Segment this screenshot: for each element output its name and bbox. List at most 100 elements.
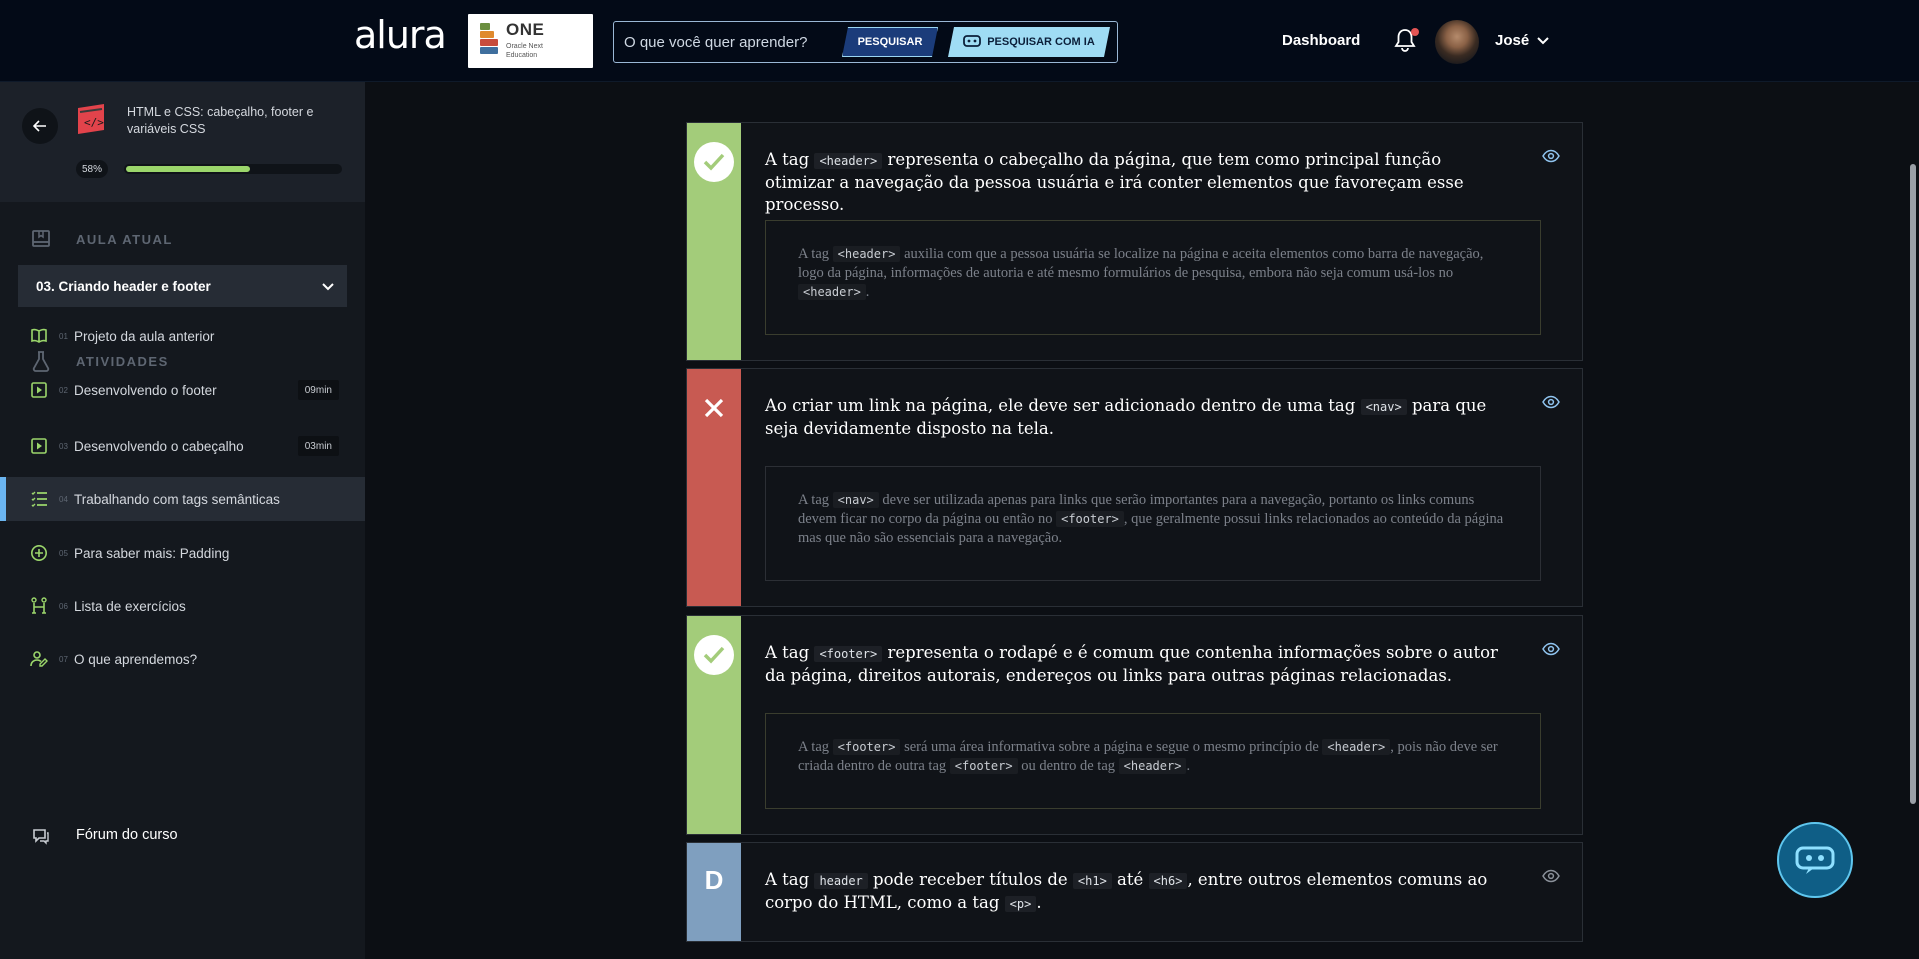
eye-icon[interactable] — [1542, 642, 1560, 656]
lesson-select-value: 03. Criando header e footer — [36, 278, 211, 294]
answer-status-strip: D — [687, 843, 741, 941]
page-scrollbar[interactable] — [1906, 82, 1919, 959]
eye-icon[interactable] — [1542, 395, 1560, 409]
code-snippet: <footer> — [949, 758, 1018, 774]
answer-letter: D — [704, 865, 724, 895]
activity-number: 02 — [59, 385, 68, 395]
answer-status-strip — [687, 123, 741, 360]
code-snippet: <header> — [814, 153, 883, 169]
nav-dashboard-link[interactable]: Dashboard — [1282, 32, 1360, 49]
eye-icon[interactable] — [1542, 869, 1560, 883]
progress-percent: 58% — [76, 160, 108, 178]
answer-card[interactable]: A tag <header> representa o cabeçalho da… — [686, 122, 1583, 361]
main-content: A tag <header> representa o cabeçalho da… — [365, 82, 1906, 959]
answer-explanation: A tag <footer> será uma área informativa… — [765, 713, 1541, 809]
code-snippet: <header> — [798, 284, 866, 300]
learned-icon — [30, 651, 48, 667]
answer-card[interactable]: A tag <footer> representa o rodapé e é c… — [686, 615, 1583, 835]
course-title[interactable]: HTML e CSS: cabeçalho, footer e variávei… — [127, 104, 342, 138]
ai-chat-icon — [963, 35, 981, 49]
current-lesson-label: AULA ATUAL — [76, 232, 173, 247]
answer-card[interactable]: D A tag header pode receber títulos de <h… — [686, 842, 1583, 942]
code-snippet: <nav> — [832, 492, 879, 508]
activity-duration-badge: 03min — [297, 436, 339, 456]
sidebar-activity-06[interactable]: 06 Lista de exercícios — [0, 584, 365, 628]
activity-number: 01 — [59, 331, 68, 341]
code-snippet: <footer> — [814, 646, 883, 662]
answer-status-strip — [687, 369, 741, 606]
check-icon — [694, 635, 734, 675]
alura-logo[interactable]: alura — [354, 13, 447, 57]
sidebar-activity-02[interactable]: 02 Desenvolvendo o footer 09min — [0, 368, 365, 412]
forum-link[interactable]: Fórum do curso — [0, 817, 365, 857]
exercise-icon — [31, 597, 47, 614]
activity-label: Projeto da aula anterior — [74, 328, 215, 344]
code-snippet: <h6> — [1148, 873, 1188, 889]
search-button[interactable]: PESQUISAR — [842, 27, 938, 57]
answer-text: A tag <header> representa o cabeçalho da… — [765, 150, 1464, 214]
activity-number: 03 — [59, 441, 68, 451]
html-course-icon: </> — [78, 104, 104, 134]
activity-number: 05 — [59, 548, 68, 558]
lesson-select[interactable]: 03. Criando header e footer — [18, 265, 347, 307]
ai-assistant-button[interactable] — [1777, 822, 1853, 898]
answer-explanation: A tag <nav> deve ser utilizada apenas pa… — [765, 466, 1541, 581]
code-snippet: header — [814, 873, 868, 889]
search-bar: PESQUISAR PESQUISAR COM IA — [613, 21, 1118, 63]
list-icon — [31, 491, 47, 507]
answer-explanation: A tag <header> auxilia com que a pessoa … — [765, 220, 1541, 335]
search-ai-button[interactable]: PESQUISAR COM IA — [948, 27, 1110, 57]
code-snippet: <footer> — [832, 739, 901, 755]
search-ai-label: PESQUISAR COM IA — [987, 36, 1095, 48]
answer-text: Ao criar um link na página, ele deve ser… — [765, 396, 1487, 438]
sidebar-activity-04[interactable]: 04 Trabalhando com tags semânticas — [0, 477, 365, 521]
activity-label: Lista de exercícios — [74, 598, 186, 614]
user-name[interactable]: José — [1495, 32, 1529, 49]
one-partner-logo[interactable]: ONE Oracle Next Education — [468, 14, 593, 68]
answer-status-strip — [687, 616, 741, 834]
eye-icon[interactable] — [1542, 149, 1560, 163]
answer-text: A tag header pode receber títulos de <h1… — [765, 870, 1488, 912]
sidebar-activity-01[interactable]: 01 Projeto da aula anterior — [0, 314, 365, 358]
answer-text: A tag <footer> representa o rodapé e é c… — [765, 643, 1498, 685]
one-subtitle: Oracle Next Education — [506, 43, 543, 59]
plus-circle-icon — [31, 545, 47, 561]
ai-chat-icon — [1795, 846, 1835, 874]
back-button[interactable] — [22, 108, 58, 144]
top-bar: alura ONE Oracle Next Education PESQUISA… — [0, 0, 1919, 82]
activity-number: 07 — [59, 654, 68, 664]
activity-number: 06 — [59, 601, 68, 611]
sidebar-activity-03[interactable]: 03 Desenvolvendo o cabeçalho 03min — [0, 424, 365, 468]
code-snippet: <header> — [1118, 758, 1187, 774]
scroll-thumb[interactable] — [1910, 164, 1916, 804]
activity-label: Desenvolvendo o footer — [74, 382, 217, 398]
course-header: </> HTML e CSS: cabeçalho, footer e vari… — [0, 82, 365, 202]
progress-fill — [126, 166, 250, 172]
sidebar-activity-05[interactable]: 05 Para saber mais: Padding — [0, 531, 365, 575]
avatar[interactable] — [1435, 20, 1479, 64]
activity-number: 04 — [59, 494, 68, 504]
activity-label: Trabalhando com tags semânticas — [74, 491, 280, 507]
answer-card[interactable]: Ao criar um link na página, ele deve ser… — [686, 368, 1583, 607]
sidebar-activity-07[interactable]: 07 O que aprendemos? — [0, 637, 365, 681]
video-icon — [31, 382, 47, 398]
activity-label: O que aprendemos? — [74, 651, 198, 667]
code-snippet: <header> — [832, 246, 901, 262]
progress-bar — [124, 164, 342, 174]
arrow-left-icon — [33, 120, 46, 132]
search-input[interactable] — [624, 30, 844, 54]
chevron-down-icon — [322, 283, 334, 291]
activity-label: Desenvolvendo o cabeçalho — [74, 438, 244, 454]
svg-text:</>: </> — [84, 116, 104, 129]
code-snippet: <nav> — [1360, 399, 1407, 415]
code-snippet: <h1> — [1072, 873, 1112, 889]
one-logo-icon — [480, 23, 498, 57]
forum-icon — [33, 829, 49, 845]
notification-dot — [1411, 28, 1419, 36]
one-title: ONE — [506, 20, 545, 39]
chevron-down-icon[interactable] — [1536, 33, 1550, 47]
book-icon — [31, 328, 47, 343]
check-icon — [694, 142, 734, 182]
code-snippet: <header> — [1322, 739, 1391, 755]
close-icon — [694, 388, 734, 428]
